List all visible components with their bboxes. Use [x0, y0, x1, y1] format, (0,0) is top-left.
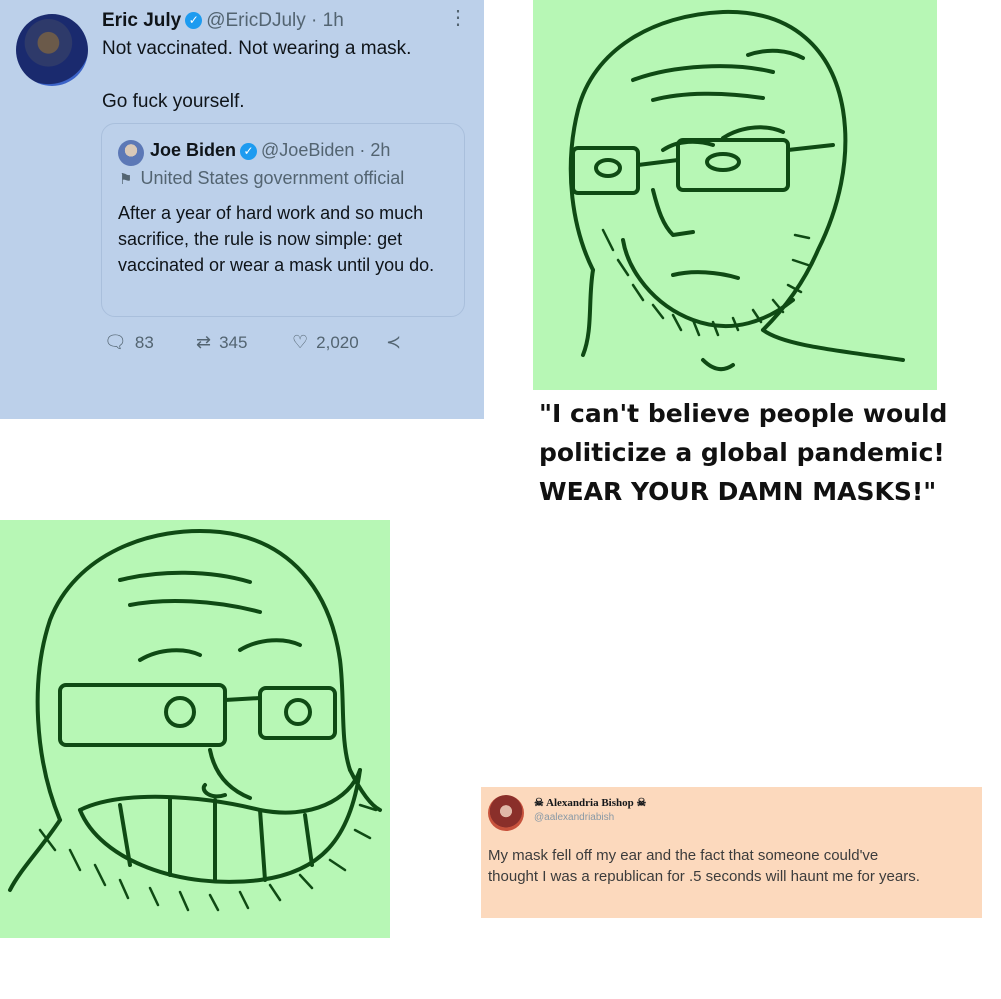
tweet-eric-july: Eric July ✓ @EricDJuly · 1h ⋮ Not vaccinat…: [0, 0, 484, 419]
caption-text: "I can't believe people would politicize…: [539, 399, 948, 506]
government-label: ⚑ United States government official: [119, 168, 404, 189]
verified-badge-icon: ✓: [185, 12, 203, 30]
tweet-alexandria-bishop: ☠ Alexandria Bishop ☠ @aalexandriabish M…: [481, 787, 982, 918]
quoted-author-name: Joe Biden: [150, 140, 237, 160]
avatar[interactable]: [118, 140, 144, 166]
flag-icon: ⚑: [119, 171, 133, 188]
verified-badge-icon: ✓: [240, 142, 258, 160]
reply-count: 83: [134, 333, 154, 352]
like-count: 2,020: [316, 333, 359, 352]
tweet-time[interactable]: · 1h: [311, 10, 344, 31]
retweet-count: 345: [219, 333, 248, 352]
retweet-icon: ⇄: [196, 332, 212, 352]
wojak-grinning-drawing: [0, 520, 390, 938]
skull-icon: ☠: [534, 797, 544, 809]
retweet-button[interactable]: ⇄ 345: [196, 332, 247, 353]
reply-button[interactable]: 🗨 83: [104, 332, 154, 353]
tweet-header: Eric July ✓ @EricDJuly · 1h: [102, 10, 344, 32]
like-icon: ♡: [292, 332, 309, 352]
more-dots-icon[interactable]: ⋮: [448, 8, 468, 28]
quoted-tweet[interactable]: Joe Biden ✓ @JoeBiden · 2h ⚑ United States …: [101, 123, 465, 317]
tweet-text: My mask fell off my ear and the fact tha…: [488, 847, 920, 885]
quoted-tweet-text: After a year of hard work and so much sa…: [118, 203, 435, 275]
reply-icon: 🗨: [104, 332, 127, 352]
government-label-text: United States government official: [140, 168, 405, 188]
avatar[interactable]: [16, 14, 88, 86]
author-name[interactable]: Eric July: [102, 10, 181, 31]
share-button[interactable]: ≺: [386, 332, 409, 353]
author-handle[interactable]: @EricDJuly: [206, 10, 306, 31]
share-icon: ≺: [386, 332, 402, 352]
wojak-smug-drawing: [533, 0, 937, 390]
quoted-tweet-time: · 2h: [359, 140, 391, 160]
author-name[interactable]: ☠ Alexandria Bishop ☠: [534, 796, 646, 809]
quoted-author-handle: @JoeBiden: [261, 140, 355, 160]
avatar[interactable]: [488, 795, 524, 831]
tweet-text-line-2: Go fuck yourself.: [102, 91, 245, 112]
author-handle[interactable]: @aalexandriabish: [534, 812, 614, 823]
author-name-text: Alexandria Bishop: [546, 797, 634, 809]
quoted-tweet-header: Joe Biden ✓ @JoeBiden · 2h: [150, 140, 390, 161]
tweet-text-line-1: Not vaccinated. Not wearing a mask.: [102, 38, 412, 59]
skull-icon: ☠: [636, 797, 647, 809]
like-button[interactable]: ♡ 2,020: [292, 332, 359, 353]
